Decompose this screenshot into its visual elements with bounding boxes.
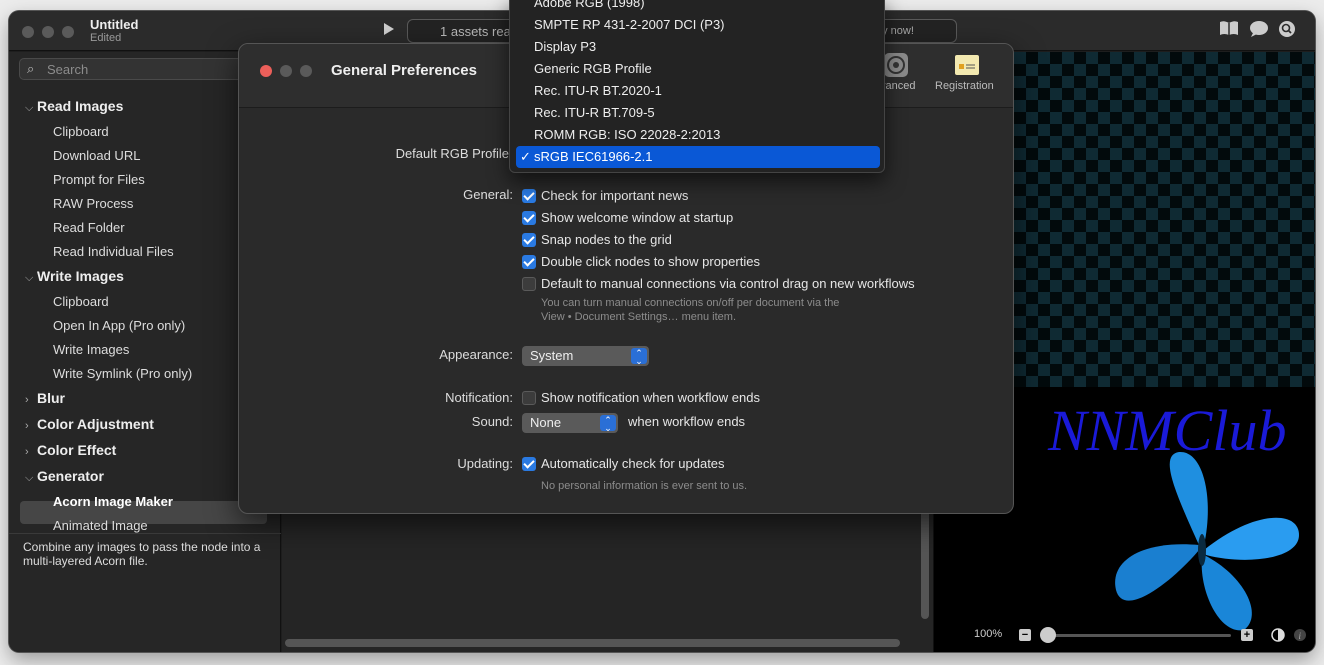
book-icon[interactable] <box>1218 20 1240 42</box>
double-click-checkbox[interactable] <box>522 255 536 269</box>
menu-item[interactable]: Adobe RGB (1998) <box>534 0 645 10</box>
divider <box>9 533 281 534</box>
general-label: General: <box>463 187 513 202</box>
sidebar-group-blur[interactable]: › Blur <box>25 390 65 406</box>
menu-item[interactable]: ROMM RGB: ISO 22028-2:2013 <box>534 127 720 142</box>
updown-chevron-icon: ⌃ ⌄ <box>631 348 647 366</box>
appearance-value: System <box>530 348 574 363</box>
play-icon[interactable] <box>384 23 394 35</box>
chevron-down-icon: ⌵ <box>25 472 34 484</box>
sidebar-group-color-adjustment[interactable]: › Color Adjustment <box>25 416 154 432</box>
search-icon[interactable] <box>1276 20 1298 42</box>
welcome-window-checkbox[interactable] <box>522 211 536 225</box>
chevron-right-icon: › <box>25 420 29 432</box>
sidebar-group-color-effect[interactable]: › Color Effect <box>25 442 116 458</box>
sound-label: Sound: <box>471 414 513 429</box>
manual-connections-note-2: View • Document Settings… menu item. <box>541 311 737 323</box>
snap-grid-label: Snap nodes to the grid <box>541 232 672 247</box>
sidebar-item[interactable]: Write Images <box>53 342 129 357</box>
status-text: 1 assets rea <box>440 24 511 39</box>
zoom-in-button[interactable]: + <box>1241 629 1253 641</box>
chevron-right-icon: › <box>25 394 29 406</box>
welcome-window-label: Show welcome window at startup <box>541 210 734 225</box>
node-description: Combine any images to pass the node into… <box>23 540 261 568</box>
manual-connections-checkbox[interactable] <box>522 277 536 291</box>
manual-connections-label: Default to manual connections via contro… <box>541 276 915 291</box>
rgb-profile-dropdown-menu: Adobe RGB (1998) SMPTE RP 431-2-2007 DCI… <box>509 0 885 173</box>
updating-label: Updating: <box>457 456 513 471</box>
notification-check-label: Show notification when workflow ends <box>541 390 760 405</box>
zoom-slider-track[interactable] <box>1043 634 1231 637</box>
dialog-title: General Preferences <box>331 62 477 79</box>
butterfly-image <box>1115 451 1299 631</box>
info-icon[interactable]: i <box>1293 628 1307 642</box>
sidebar-item[interactable]: Clipboard <box>53 294 109 309</box>
close-dialog-button[interactable] <box>260 65 272 77</box>
sound-select[interactable]: None ⌃ ⌄ <box>522 413 618 433</box>
sidebar-item[interactable]: Read Individual Files <box>53 244 174 259</box>
manual-connections-note: You can turn manual connections on/off p… <box>541 297 840 309</box>
sidebar-item[interactable]: RAW Process <box>53 196 133 211</box>
sidebar-item[interactable]: Open In App (Pro only) <box>53 318 185 333</box>
chevron-right-icon: › <box>25 446 29 458</box>
sidebar-item[interactable]: Read Folder <box>53 220 125 235</box>
window-subtitle: Edited <box>90 32 122 44</box>
registration-tab-label[interactable]: Registration <box>935 80 994 92</box>
sidebar-item[interactable]: Write Symlink (Pro only) <box>53 366 192 381</box>
appearance-select[interactable]: System ⌃ ⌄ <box>522 346 649 366</box>
sidebar-item[interactable]: Clipboard <box>53 124 109 139</box>
appearance-label: Appearance: <box>439 347 513 362</box>
close-window-button[interactable] <box>22 26 34 38</box>
window-title: Untitled <box>90 17 139 32</box>
advanced-gear-icon[interactable] <box>883 52 909 78</box>
zoom-bar: 100% − + i <box>933 622 1315 652</box>
menu-item-selected[interactable]: sRGB IEC61966-2.1 <box>534 149 653 164</box>
notification-label: Notification: <box>445 390 513 405</box>
menu-item[interactable]: Rec. ITU-R BT.2020-1 <box>534 83 662 98</box>
menu-item[interactable]: Generic RGB Profile <box>534 61 652 76</box>
sidebar-item-selected[interactable]: Acorn Image Maker <box>53 494 173 509</box>
zoom-slider-knob[interactable] <box>1040 627 1056 643</box>
sidebar-item[interactable]: Download URL <box>53 148 140 163</box>
menu-item[interactable]: SMPTE RP 431-2-2007 DCI (P3) <box>534 17 725 32</box>
sidebar-item[interactable]: Animated Image <box>53 518 148 533</box>
sound-value: None <box>530 415 562 430</box>
chat-bubble-icon[interactable] <box>1248 20 1270 42</box>
auto-update-label: Automatically check for updates <box>541 456 725 471</box>
menu-item[interactable]: Rec. ITU-R BT.709-5 <box>534 105 655 120</box>
search-placeholder: Search <box>47 62 89 77</box>
notification-checkbox[interactable] <box>522 391 536 405</box>
sidebar-item[interactable]: Prompt for Files <box>53 172 145 187</box>
sound-suffix: when workflow ends <box>628 414 746 429</box>
chevron-down-icon: ⌵ <box>25 102 34 114</box>
search-input[interactable]: ⌕ Search <box>19 58 245 80</box>
advanced-tab-label[interactable]: vanced <box>880 80 915 92</box>
checkmark-icon: ✓ <box>520 149 531 164</box>
auto-update-checkbox[interactable] <box>522 457 536 471</box>
zoom-level: 100% <box>974 628 1003 640</box>
zoom-dialog-button[interactable] <box>300 65 312 77</box>
minimize-dialog-button[interactable] <box>280 65 292 77</box>
contrast-icon[interactable] <box>1271 628 1285 642</box>
zoom-window-button[interactable] <box>62 26 74 38</box>
search-icon: ⌕ <box>27 61 35 76</box>
sidebar-group-generator[interactable]: ⌵ Generator <box>25 468 104 485</box>
horizontal-scrollbar[interactable] <box>285 639 900 647</box>
registration-icon[interactable] <box>954 52 980 78</box>
menu-item[interactable]: Display P3 <box>534 39 596 54</box>
sidebar-group-write-images[interactable]: ⌵ Write Images <box>25 268 124 285</box>
zoom-out-button[interactable]: − <box>1019 629 1031 641</box>
sidebar-group-read-images[interactable]: ⌵ Read Images <box>25 98 123 115</box>
privacy-note: No personal information is ever sent to … <box>541 480 748 492</box>
double-click-label: Double click nodes to show properties <box>541 254 760 269</box>
check-important-news-label: Check for important news <box>541 188 689 203</box>
minimize-window-button[interactable] <box>42 26 54 38</box>
default-rgb-profile-label: Default RGB Profile <box>395 146 509 161</box>
chevron-down-icon: ⌵ <box>25 272 34 284</box>
check-important-news-checkbox[interactable] <box>522 189 536 203</box>
snap-grid-checkbox[interactable] <box>522 233 536 247</box>
updown-chevron-icon: ⌃ ⌄ <box>600 415 616 433</box>
